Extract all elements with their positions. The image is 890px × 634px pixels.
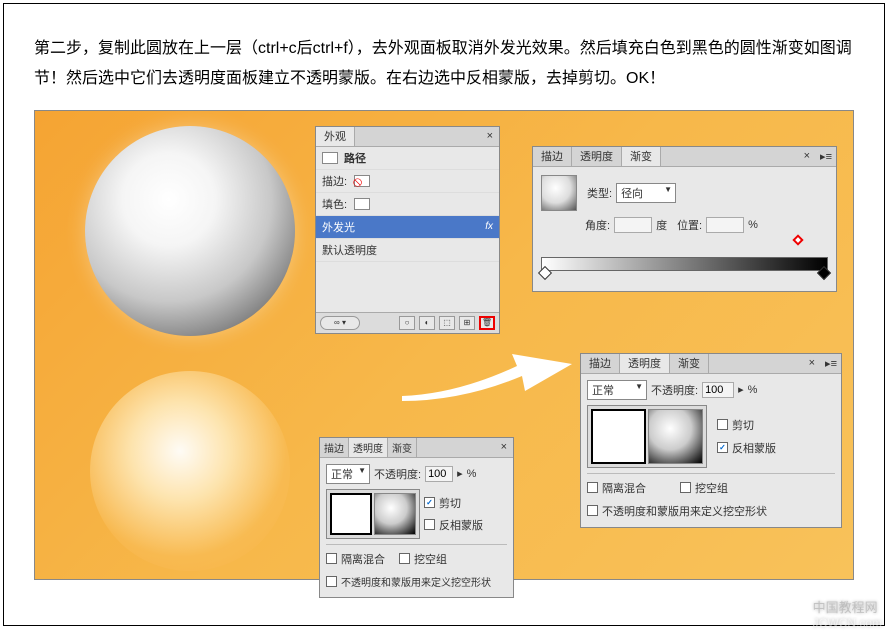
new-button[interactable]: ⊞ (459, 316, 475, 330)
angle-input[interactable] (614, 217, 652, 233)
fx-icon: fx (485, 221, 493, 232)
gradient-panel: 描边 透明度 渐变 × ▸≡ 类型: 径向 角度: 度 位置: % (532, 146, 837, 292)
artwork-thumb[interactable] (330, 493, 372, 535)
opacity-arrow[interactable]: ▸ (738, 383, 744, 396)
orange-sphere (90, 371, 290, 571)
trash-button[interactable]: 🗑 (479, 316, 495, 330)
transparency-panel-small: 描边 透明度 渐变 × 正常 不透明度: ▸ % (319, 437, 514, 598)
pos-label: 位置: (677, 217, 702, 233)
instruction-text: 第二步，复制此圆放在上一层（ctrl+c后ctrl+f），去外观面板取消外发光效… (4, 4, 884, 110)
gradient-tab[interactable]: 渐变 (670, 354, 709, 373)
transparency-tab[interactable]: 透明度 (620, 354, 670, 373)
panel-footer: ∞ ▾ ○ ◐ ⬚ ⊞ 🗑 (316, 312, 499, 333)
footer-btn-1[interactable]: ○ (399, 316, 415, 330)
clip-checkbox[interactable] (424, 497, 435, 508)
opacity-input[interactable] (702, 382, 734, 398)
opacity-label: 不透明度: (651, 382, 698, 398)
fx-dropdown-button[interactable]: ∞ ▾ (320, 316, 360, 330)
percent-label: % (748, 219, 758, 231)
transparency-panel-large: 描边 透明度 渐变 × ▸≡ 正常 不透明度: ▸ % (580, 353, 842, 528)
isolate-checkbox[interactable] (326, 553, 337, 564)
appearance-panel: 外观 × 路径 描边: ⦸ 填色: 外发光 fx 默认透明度 (315, 126, 500, 334)
footer-btn-2[interactable]: ◐ (419, 316, 435, 330)
clip-checkbox[interactable] (717, 419, 728, 430)
footer-btn-3[interactable]: ⬚ (439, 316, 455, 330)
gradient-preview[interactable] (541, 175, 577, 211)
transparency-tab[interactable]: 透明度 (572, 147, 622, 166)
thumbnail-container (326, 489, 420, 539)
stroke-tab[interactable]: 描边 (533, 147, 572, 166)
degree-label: 度 (656, 217, 667, 233)
mask-thumb[interactable] (648, 409, 703, 464)
blend-mode-select[interactable]: 正常 (326, 464, 370, 484)
fill-row[interactable]: 填色: (316, 193, 499, 216)
menu-icon[interactable]: ▸≡ (816, 150, 836, 163)
position-input[interactable] (706, 217, 744, 233)
opacity-label: 不透明度: (374, 466, 421, 482)
percent-label: % (748, 384, 758, 396)
gradient-tab[interactable]: 渐变 (622, 147, 661, 166)
invert-checkbox[interactable] (424, 519, 435, 530)
appearance-tab[interactable]: 外观 (316, 127, 355, 146)
opacity-input[interactable] (425, 466, 453, 482)
menu-icon[interactable]: ▸≡ (821, 357, 841, 370)
stroke-tab[interactable]: 描边 (581, 354, 620, 373)
knockout-checkbox[interactable] (399, 553, 410, 564)
close-icon[interactable]: × (803, 357, 821, 369)
opacity-arrow[interactable]: ▸ (457, 467, 463, 480)
type-label: 类型: (587, 185, 612, 201)
stroke-tab[interactable]: 描边 (320, 438, 349, 457)
watermark: 中国教程网 JCWCN.com (813, 597, 882, 630)
stroke-row[interactable]: 描边: ⦸ (316, 170, 499, 193)
mask-thumb[interactable] (374, 493, 416, 535)
gradient-slider[interactable] (541, 257, 828, 271)
knockout-checkbox[interactable] (680, 482, 691, 493)
default-trans-row[interactable]: 默认透明度 (316, 239, 499, 262)
define-opacity-checkbox[interactable] (587, 505, 598, 516)
isolate-checkbox[interactable] (587, 482, 598, 493)
define-opacity-checkbox[interactable] (326, 576, 337, 587)
thumbnail-container (587, 405, 707, 468)
canvas: 外观 × 路径 描边: ⦸ 填色: 外发光 fx 默认透明度 (34, 110, 854, 580)
angle-label: 角度: (585, 217, 610, 233)
artwork-thumb[interactable] (591, 409, 646, 464)
gradient-tab[interactable]: 渐变 (388, 438, 417, 457)
close-icon[interactable]: × (495, 441, 513, 453)
invert-checkbox[interactable] (717, 442, 728, 453)
arrow-icon (397, 346, 577, 406)
gradient-midpoint[interactable] (792, 234, 803, 245)
gray-sphere (85, 126, 295, 336)
percent-label: % (467, 468, 477, 480)
close-icon[interactable]: × (798, 150, 816, 162)
transparency-tab[interactable]: 透明度 (349, 438, 388, 457)
blend-mode-select[interactable]: 正常 (587, 380, 647, 400)
type-select[interactable]: 径向 (616, 183, 676, 203)
outer-glow-row[interactable]: 外发光 fx (316, 216, 499, 239)
close-icon[interactable]: × (481, 130, 499, 142)
path-row[interactable]: 路径 (316, 147, 499, 170)
